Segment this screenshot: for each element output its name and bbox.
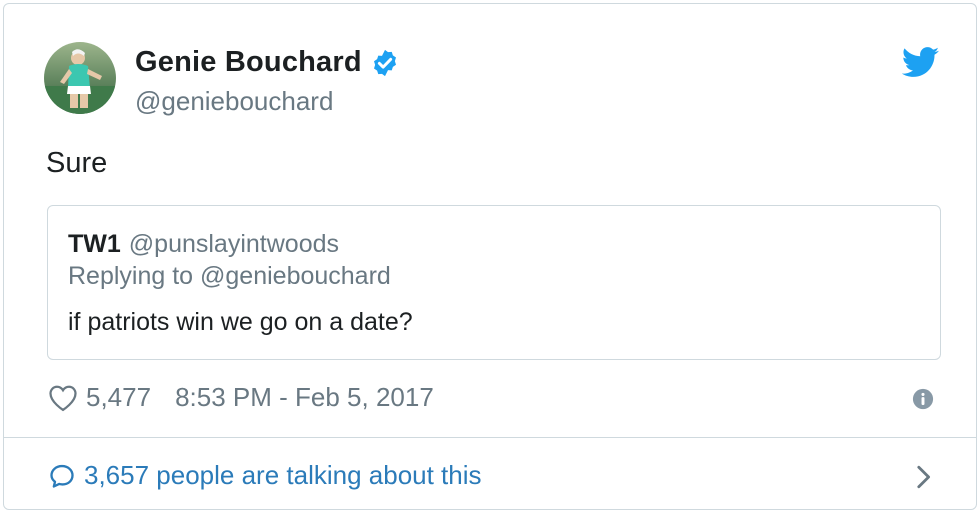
avatar[interactable] <box>44 42 116 114</box>
twitter-bird-icon[interactable] <box>902 47 940 78</box>
tweet-timestamp[interactable]: 8:53 PM - Feb 5, 2017 <box>175 382 434 413</box>
author-name[interactable]: Genie Bouchard <box>135 46 362 79</box>
like-count[interactable]: 5,477 <box>86 382 151 413</box>
heart-icon[interactable] <box>48 384 78 412</box>
speech-bubble-icon <box>50 464 74 488</box>
quoted-tweet[interactable]: TW1 @punslayintwoods Replying to @geniebo… <box>47 205 941 360</box>
tweet-card: Genie Bouchard @geniebouchard Sure TW1 @p… <box>3 3 977 510</box>
conversation-link[interactable]: 3,657 people are talking about this <box>48 460 482 491</box>
tennis-player-avatar-icon <box>44 42 116 114</box>
author-handle[interactable]: @geniebouchard <box>135 86 333 117</box>
chevron-right-icon[interactable] <box>914 463 932 491</box>
quoted-tweet-text: if patriots win we go on a date? <box>68 308 413 336</box>
divider <box>4 437 976 438</box>
quoted-author-handle: @punslayintwoods <box>128 230 339 258</box>
info-icon[interactable] <box>912 388 934 410</box>
tweet-meta: 5,477 8:53 PM - Feb 5, 2017 <box>48 382 434 413</box>
conversation-label: 3,657 people are talking about this <box>84 460 482 490</box>
quoted-author-row: TW1 @punslayintwoods <box>68 230 339 259</box>
quoted-author-name: TW1 <box>68 230 121 258</box>
author-row: Genie Bouchard <box>135 46 400 79</box>
verified-badge-icon <box>373 49 396 76</box>
tweet-text: Sure <box>46 147 108 179</box>
quoted-reply-context: Replying to @geniebouchard <box>68 262 391 290</box>
